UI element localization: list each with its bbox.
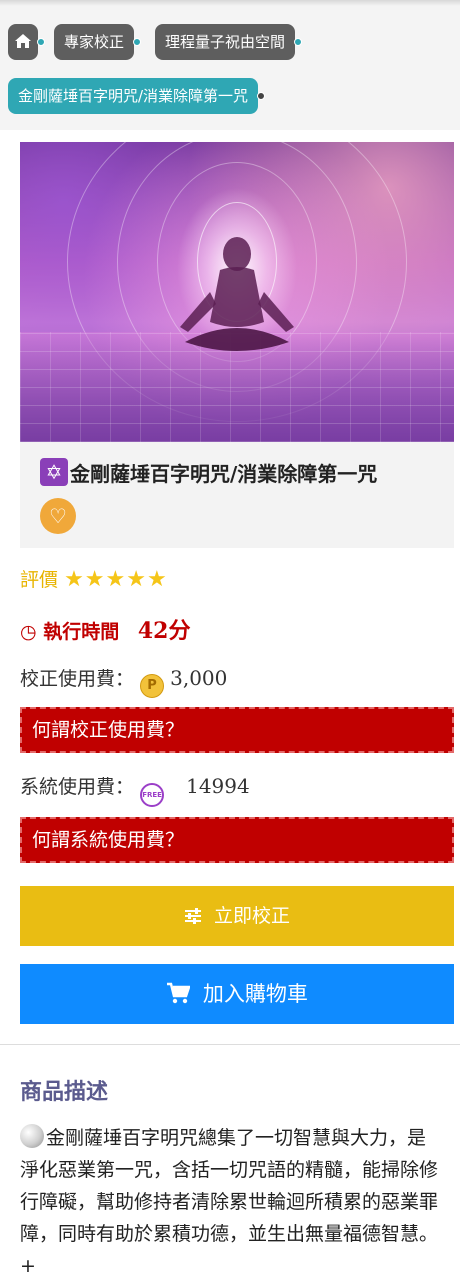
correction-fee-help-label: 何謂校正使用費？ (32, 719, 185, 741)
add-to-cart-label: 加入購物車 (202, 982, 308, 1006)
breadcrumb-item-quantum-space[interactable]: 理程量子祝由空間 (155, 24, 303, 60)
system-fee-help-label: 何謂系統使用費？ (32, 829, 185, 851)
breadcrumb-home[interactable] (8, 24, 45, 60)
breadcrumb-item-label: 專家校正 (64, 33, 125, 51)
execution-time: ◷ 執行時間 42分 (20, 613, 190, 645)
description-title: 商品描述 (20, 1080, 109, 1105)
rating: 評價 ★★★★★ (20, 565, 168, 592)
system-fee-label: 系統使用費： (20, 776, 135, 798)
home-icon (15, 34, 31, 48)
correction-fee-value: 3,000 (170, 666, 228, 690)
execution-value: 42分 (137, 618, 191, 644)
breadcrumb-item-label: 理程量子祝由空間 (165, 33, 286, 51)
system-fee-value: 14994 (186, 774, 250, 798)
top-shadow (0, 0, 460, 6)
breadcrumb-current[interactable]: 金剛薩埵百字明咒/消業除障第一咒 (8, 78, 266, 114)
execution-label: 執行時間 (43, 621, 120, 643)
heart-icon: ♡ (49, 504, 67, 528)
correction-fee-label: 校正使用費： (20, 668, 135, 690)
section-divider (0, 1044, 460, 1045)
star-of-david-icon: ✡ (40, 458, 68, 486)
correct-now-button[interactable]: 立即校正 (20, 886, 454, 946)
system-fee-help[interactable]: 何謂系統使用費？ (20, 817, 454, 863)
product-title: 金剛薩埵百字明咒/消業除障第一咒 (70, 462, 378, 486)
product-image (20, 142, 454, 442)
breadcrumb-separator (257, 92, 266, 100)
description-body: 金剛薩埵百字明咒總集了一切智慧與大力，是淨化惡業第一咒，含括一切咒語的精髓，能掃… (20, 1122, 440, 1280)
clock-icon: ◷ (20, 621, 37, 643)
system-fee: 系統使用費： FREE 14994 (20, 772, 250, 807)
correction-fee: 校正使用費： P 3,000 (20, 664, 227, 698)
rating-stars: ★★★★★ (64, 567, 168, 592)
shopping-cart-icon (167, 982, 191, 1004)
points-coin-icon: P (140, 674, 165, 698)
pearl-bullet-icon (20, 1124, 44, 1148)
favorite-button[interactable]: ♡ (40, 498, 76, 534)
free-coin-icon: FREE (140, 783, 165, 807)
correct-now-label: 立即校正 (214, 905, 291, 927)
correction-fee-help[interactable]: 何謂校正使用費？ (20, 707, 454, 753)
breadcrumb-item-expert-correction[interactable]: 專家校正 (54, 24, 142, 60)
breadcrumb-current-label: 金剛薩埵百字明咒/消業除障第一咒 (18, 87, 249, 105)
breadcrumb-separator (294, 38, 303, 46)
description-text: 金剛薩埵百字明咒總集了一切智慧與大力，是淨化惡業第一咒，含括一切咒語的精髓，能掃… (20, 1127, 439, 1277)
sliders-icon (184, 908, 201, 924)
breadcrumb-separator (37, 38, 45, 46)
rating-label: 評價 (20, 569, 59, 591)
product-title-box: ✡ 金剛薩埵百字明咒/消業除障第一咒 ♡ (20, 442, 454, 548)
add-to-cart-button[interactable]: 加入購物車 (20, 964, 454, 1024)
meditation-figure (180, 237, 294, 351)
breadcrumb-separator (133, 38, 142, 46)
